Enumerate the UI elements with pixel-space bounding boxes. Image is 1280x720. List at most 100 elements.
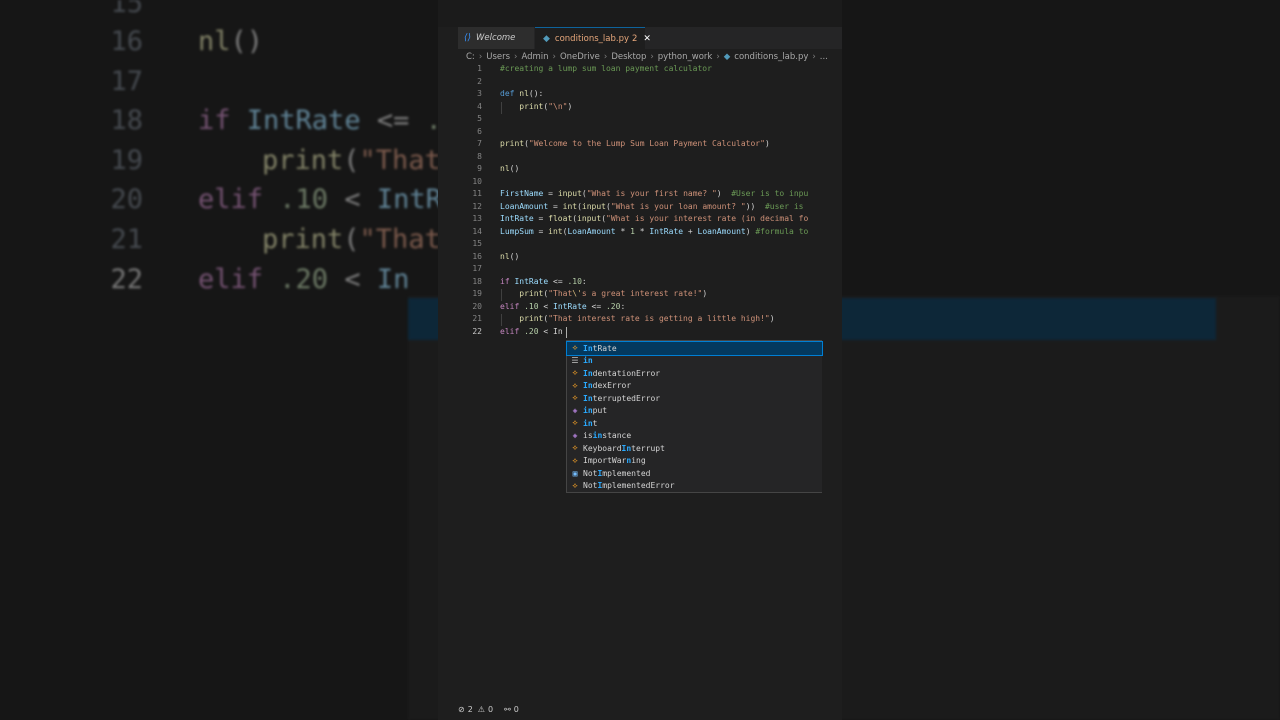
code-line: if IntRate <= .10: — [500, 276, 587, 286]
class-icon: ⟡ — [572, 443, 578, 453]
code-line: print("Welcome to the Lump Sum Loan Paym… — [500, 139, 770, 148]
chevron-right-icon: › — [603, 52, 608, 62]
suggestion-label: NotImplementedError — [583, 481, 675, 491]
bg-line-number: 18 — [110, 105, 143, 136]
code-line: LoanAmount = int(input("What is your loa… — [500, 201, 804, 211]
line-number: 16 — [472, 251, 482, 261]
suggestion-item[interactable]: ◈ isinstance — [567, 430, 822, 443]
bg-code-line: print("That — [262, 145, 441, 176]
line-number: 15 — [472, 239, 482, 248]
suggestion-item[interactable]: ⟡ KeyboardInterrupt — [567, 442, 822, 455]
bg-code-line: if IntRate <= .10 — [198, 105, 474, 136]
suggestion-item[interactable]: ▣ NotImplemented — [567, 467, 822, 480]
title-strip — [438, 0, 842, 27]
chevron-right-icon: › — [650, 52, 654, 62]
tab-bar: ⟨⟩ Welcome ◆ conditions_lab.py 2 ✕ — [458, 27, 842, 49]
line-number: 5 — [477, 114, 482, 123]
code-line: FirstName = input("What is your first na… — [500, 189, 809, 198]
bg-code-line: elif .20 < In — [198, 264, 410, 295]
suggestion-item[interactable]: ⟡ int — [567, 417, 822, 430]
line-number: 20 — [472, 301, 482, 311]
code-line: print("\n") — [519, 101, 573, 111]
suggestion-item[interactable]: ⟡ InterruptedError — [567, 392, 822, 405]
code-line: IntRate = float(input("What is your inte… — [500, 214, 809, 223]
line-number: 12 — [472, 201, 482, 211]
code-line: print("That\'s a great interest rate!") — [519, 289, 708, 298]
suggestion-item[interactable]: ☰ in — [567, 355, 822, 368]
breadcrumb: C: › Users › Admin › OneDrive › Desktop › pyt… — [466, 50, 828, 64]
code-line: LumpSum = int(LoanAmount * 1 * IntRate +… — [500, 226, 809, 236]
suggestion-label: InterruptedError — [583, 393, 661, 403]
suggestion-item[interactable]: ⟡ IntRate — [566, 341, 823, 356]
bg-line-number: 22 — [110, 264, 143, 295]
chevron-right-icon: › — [716, 52, 720, 62]
breadcrumb-item[interactable]: Desktop — [611, 52, 646, 62]
constant-icon: ▣ — [572, 468, 578, 478]
line-number: 6 — [477, 126, 482, 136]
tab-welcome[interactable]: ⟨⟩ Welcome — [458, 27, 534, 49]
line-number: 14 — [472, 226, 482, 236]
editor-window: ⟨⟩ Welcome ◆ conditions_lab.py 2 ✕ C: › U… — [438, 0, 842, 720]
line-number: 7 — [477, 139, 482, 148]
line-number: 13 — [472, 214, 482, 223]
breadcrumb-item[interactable]: conditions_lab.py — [734, 52, 808, 62]
bg-line-number: 16 — [110, 26, 143, 57]
error-count[interactable]: 2 — [468, 705, 473, 714]
line-number: 11 — [472, 189, 482, 198]
line-number-active: 22 — [472, 326, 482, 336]
status-bar: ⊘ 2 ⚠ 0 ⚯ 0 — [458, 701, 842, 717]
bg-code-line: nl() — [198, 26, 264, 57]
keyword-icon: ☰ — [571, 356, 579, 366]
suggestion-label: ImportWarning — [583, 456, 646, 466]
code-line: #creating a lump sum loan payment calcul… — [500, 64, 712, 73]
ports-count[interactable]: 0 — [514, 705, 519, 714]
class-icon: ⟡ — [572, 418, 578, 428]
code-line: nl() — [500, 251, 520, 261]
line-number: 17 — [472, 264, 482, 273]
line-number: 9 — [477, 164, 482, 173]
suggestion-label: NotImplemented — [583, 468, 651, 478]
suggestion-label: IndexError — [583, 381, 632, 391]
tab-conditions-lab[interactable]: ◆ conditions_lab.py 2 ✕ — [535, 27, 651, 49]
chevron-right-icon: › — [478, 52, 483, 62]
chevron-right-icon: › — [514, 52, 518, 62]
suggestion-label: input — [583, 406, 608, 416]
breadcrumb-item[interactable]: ... — [820, 52, 828, 62]
line-number: 2 — [477, 76, 482, 86]
line-number: 4 — [477, 101, 482, 111]
suggestion-label: IndentationError — [583, 368, 661, 378]
code-line: nl() — [500, 164, 520, 173]
warning-count[interactable]: 0 — [488, 705, 493, 714]
class-icon: ⟡ — [572, 455, 578, 465]
bg-line-number: 19 — [110, 145, 143, 176]
suggestion-item[interactable]: ⟡ IndentationError — [567, 367, 822, 380]
line-number: 1 — [477, 64, 482, 73]
code-line-active: elif .20 < In — [500, 326, 563, 336]
suggestion-item[interactable]: ⟡ IndexError — [567, 380, 822, 393]
chevron-right-icon: › — [552, 52, 556, 62]
class-icon: ⟡ — [572, 380, 578, 390]
suggestion-label: IntRate — [583, 343, 617, 353]
tab-label: Welcome — [476, 33, 516, 43]
suggestion-label: isinstance — [583, 431, 632, 441]
breadcrumb-item[interactable]: Users — [486, 52, 510, 62]
suggestion-item[interactable]: ⟡ NotImplementedError — [567, 480, 822, 493]
close-icon[interactable]: ✕ — [643, 34, 651, 44]
function-icon: ◈ — [572, 431, 578, 441]
breadcrumb-item[interactable]: C: — [466, 52, 475, 62]
suggestion-item[interactable]: ◈ input — [567, 405, 822, 418]
suggestion-item[interactable]: ⟡ ImportWarning — [567, 455, 822, 468]
breadcrumb-item[interactable]: OneDrive — [560, 52, 600, 62]
suggest-widget: ⟡ IntRate ☰ in ⟡ IndentationError ⟡ IndexError ⟡… — [566, 340, 823, 493]
code-line: def nl(): — [500, 89, 544, 98]
suggestion-label: in — [583, 356, 593, 366]
line-number: 19 — [472, 289, 482, 298]
line-number: 10 — [472, 176, 482, 186]
python-icon: ◆ — [543, 33, 550, 44]
breadcrumb-item[interactable]: Admin — [521, 52, 548, 62]
class-icon: ⟡ — [572, 343, 578, 353]
breadcrumb-item[interactable]: python_work — [658, 52, 713, 62]
line-number: 18 — [472, 276, 482, 286]
vscode-icon: ⟨⟩ — [464, 33, 472, 43]
bg-line-number: 20 — [110, 184, 143, 215]
